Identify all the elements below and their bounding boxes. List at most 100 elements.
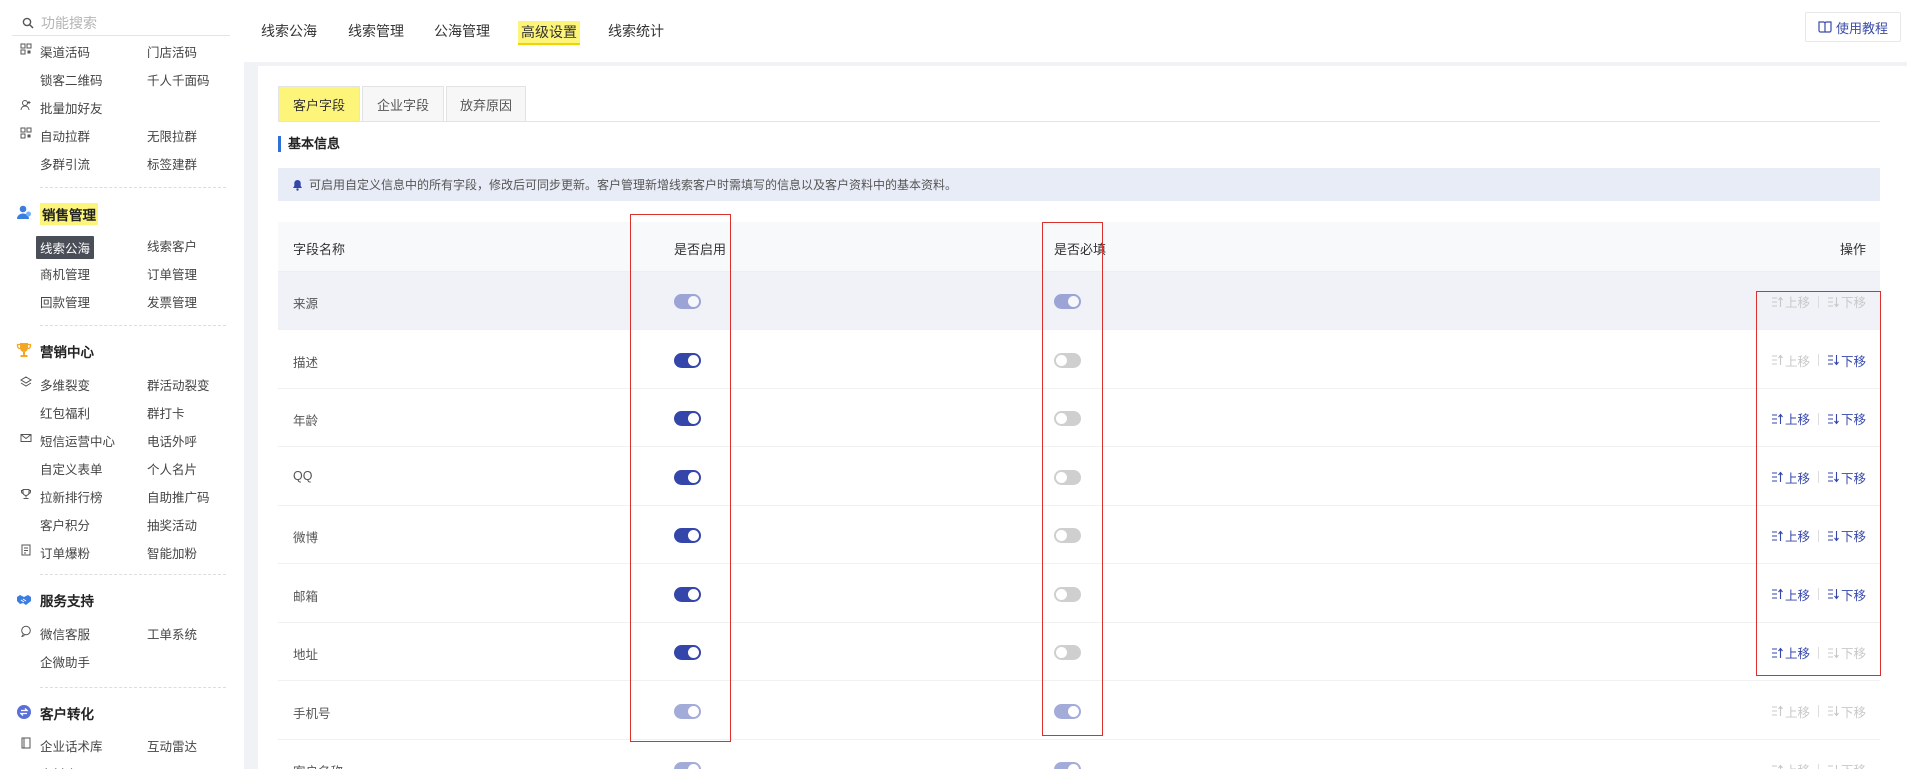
sidebar-item[interactable]: 自助推广码: [147, 487, 210, 506]
sidebar-divider: [40, 325, 226, 326]
qrcode-icon: [20, 43, 34, 57]
sidebar-item[interactable]: 订单爆粉: [40, 543, 90, 562]
required-toggle[interactable]: [1054, 528, 1081, 543]
sidebar-item[interactable]: 线索客户: [147, 236, 197, 255]
sidebar-section[interactable]: 服务支持: [0, 586, 244, 610]
move-down-button: 下移: [1827, 292, 1866, 311]
move-down-label: 下移: [1840, 413, 1866, 427]
field-name: 微博: [293, 531, 319, 545]
sidebar-item[interactable]: 锁客二维码: [40, 70, 103, 89]
sidebar-item[interactable]: 商机管理: [40, 264, 90, 283]
subtab-customer-fields[interactable]: 客户字段: [278, 86, 360, 122]
sidebar-row: 订单爆粉 智能加粉: [0, 540, 244, 562]
sidebar-row: 回款管理 发票管理: [0, 289, 244, 311]
sidebar-row: 拉新排行榜 自助推广码: [0, 484, 244, 506]
enabled-toggle[interactable]: [674, 411, 701, 426]
move-down-button[interactable]: 下移: [1827, 526, 1866, 545]
move-down-label: 下移: [1840, 296, 1866, 310]
move-up-label: 上移: [1784, 647, 1810, 661]
sidebar-item[interactable]: 短信运营中心: [40, 431, 115, 450]
enabled-toggle[interactable]: [674, 586, 701, 602]
sidebar-item[interactable]: 自动拉群: [40, 126, 90, 145]
sidebar-item[interactable]: 微信客服: [40, 624, 90, 643]
tab-clue-pool[interactable]: 线索公海: [261, 21, 317, 41]
sidebar-item[interactable]: 红包福利: [40, 403, 90, 422]
sidebar-item[interactable]: 发票管理: [147, 292, 197, 311]
required-toggle[interactable]: [1054, 645, 1081, 660]
move-up-button[interactable]: 上移: [1771, 409, 1810, 428]
sidebar-item[interactable]: 群打卡: [147, 403, 185, 422]
sidebar-item[interactable]: 标签建群: [147, 154, 197, 173]
move-down-button[interactable]: 下移: [1827, 409, 1866, 428]
move-up-button[interactable]: 上移: [1771, 468, 1810, 487]
move-up-icon: [1771, 705, 1784, 717]
move-up-icon: [1771, 296, 1784, 308]
move-down-button: 下移: [1827, 702, 1866, 721]
enabled-toggle[interactable]: [674, 469, 701, 485]
enabled-toggle[interactable]: [674, 352, 701, 368]
sidebar-item[interactable]: 工单系统: [147, 624, 197, 643]
table-row: 来源 上移 下移: [278, 272, 1880, 330]
action-separator: [1817, 646, 1819, 659]
move-up-button[interactable]: 上移: [1771, 643, 1810, 662]
move-down-button[interactable]: 下移: [1827, 585, 1866, 604]
sidebar-divider: [40, 187, 226, 188]
tutorial-button[interactable]: 使用教程: [1805, 12, 1901, 42]
sidebar-item[interactable]: 智能加粉: [147, 543, 197, 562]
sidebar-item[interactable]: 批量加好友: [40, 98, 103, 117]
move-down-icon: [1827, 530, 1840, 542]
sidebar-divider: [40, 687, 226, 688]
action-separator: [1817, 705, 1819, 717]
book-icon: [1818, 21, 1832, 33]
sidebar-section[interactable]: 营销中心: [0, 337, 244, 361]
sidebar-item[interactable]: 素材库: [40, 764, 78, 769]
move-up-label: 上移: [1784, 471, 1810, 486]
move-down-button[interactable]: 下移: [1827, 468, 1866, 487]
sidebar-item[interactable]: 群活动裂变: [147, 375, 210, 394]
move-down-icon: [1827, 471, 1840, 483]
move-up-button[interactable]: 上移: [1771, 526, 1810, 545]
sidebar-item[interactable]: 客户积分: [40, 515, 90, 534]
sidebar-section[interactable]: 客户转化: [0, 699, 244, 723]
move-down-icon: [1827, 413, 1840, 425]
sidebar-item[interactable]: 拉新排行榜: [40, 487, 103, 506]
move-down-button[interactable]: 下移: [1827, 351, 1866, 370]
order-icon: [20, 544, 34, 558]
tab-pool-management[interactable]: 公海管理: [434, 21, 490, 41]
search-input[interactable]: [41, 14, 211, 31]
tab-clue-management[interactable]: 线索管理: [348, 21, 404, 41]
move-down-icon: [1827, 296, 1840, 308]
required-toggle[interactable]: [1054, 586, 1081, 602]
sidebar-item[interactable]: 抽奖活动: [147, 515, 197, 534]
sidebar-item[interactable]: 互动雷达: [147, 736, 197, 755]
sidebar-search[interactable]: [12, 10, 230, 36]
sidebar-item[interactable]: 多维裂变: [40, 375, 90, 394]
required-toggle[interactable]: [1054, 352, 1081, 368]
sidebar-item[interactable]: 千人千面码: [147, 70, 210, 89]
required-toggle[interactable]: [1054, 411, 1081, 426]
row-actions: 上移 下移: [1771, 468, 1866, 487]
tab-advanced-settings[interactable]: 高级设置: [518, 21, 580, 45]
sidebar-item[interactable]: 企微助手: [40, 652, 90, 671]
sidebar-item[interactable]: 个人名片: [147, 459, 197, 478]
sidebar-item[interactable]: 订单管理: [147, 264, 197, 283]
sidebar-item[interactable]: 多群引流: [40, 154, 90, 173]
enabled-toggle[interactable]: [674, 645, 701, 660]
move-up-label: 上移: [1784, 705, 1810, 720]
sidebar-item[interactable]: 回款管理: [40, 292, 90, 311]
sidebar-item[interactable]: 渠道活码: [40, 42, 90, 61]
sidebar-item[interactable]: 电话外呼: [147, 431, 197, 450]
enabled-toggle[interactable]: [674, 528, 701, 543]
sidebar-section[interactable]: 销售管理: [0, 199, 244, 225]
required-toggle[interactable]: [1054, 469, 1081, 485]
subtab-abandon-reasons[interactable]: 放弃原因: [446, 86, 526, 122]
sidebar-item[interactable]: 自定义表单: [40, 459, 103, 478]
sidebar-item[interactable]: 无限拉群: [147, 126, 197, 145]
sidebar-item[interactable]: 企业话术库: [40, 736, 103, 755]
sidebar-row: 红包福利 群打卡: [0, 400, 244, 422]
subtab-enterprise-fields[interactable]: 企业字段: [362, 86, 444, 122]
tab-clue-statistics[interactable]: 线索统计: [608, 21, 664, 41]
move-up-button[interactable]: 上移: [1771, 585, 1810, 604]
sidebar-item[interactable]: 门店活码: [147, 42, 197, 61]
sidebar-item[interactable]: 线索公海: [36, 236, 95, 259]
